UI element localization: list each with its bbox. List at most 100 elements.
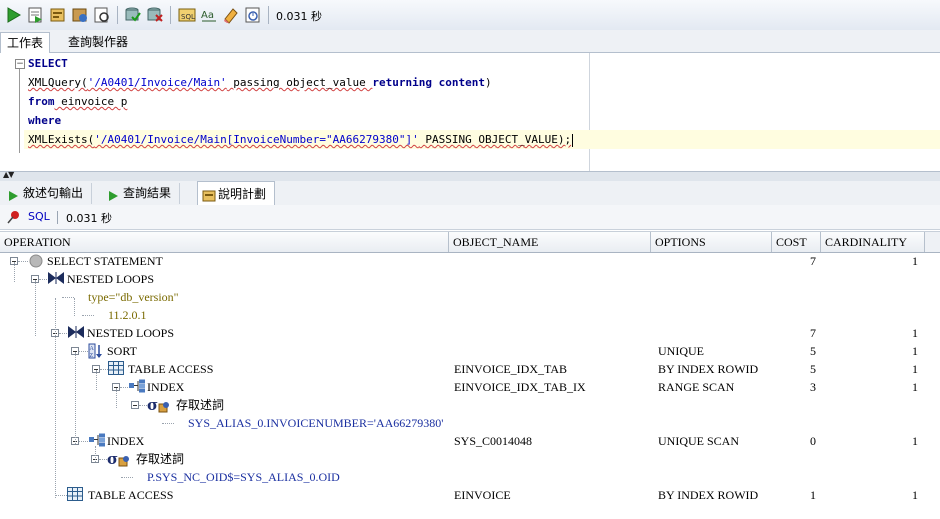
plan-row[interactable]: TABLE ACCESS EINVOICE BY INDEX ROWID 1 1 [0, 486, 940, 504]
code-line: XMLExists('/A0401/Invoice/Main[InvoiceNu… [28, 131, 574, 149]
sql-editor[interactable]: − SELECT XMLQuery('/A0401/Invoice/Main' p… [0, 53, 940, 171]
plan-row[interactable]: TABLE ACCESS EINVOICE_IDX_TAB BY INDEX ROW… [0, 360, 940, 378]
toolbar-separator [170, 6, 171, 24]
svg-text:Aa: Aa [201, 10, 214, 21]
tab-label: 說明計劃 [218, 187, 267, 201]
column-header-operation[interactable]: OPERATION [0, 232, 449, 252]
tree-collapse-toggle[interactable] [131, 401, 139, 409]
tree-connector [100, 369, 108, 370]
code-line: XMLQuery('/A0401/Invoice/Main' passing o… [28, 74, 492, 92]
rollback-icon[interactable] [146, 6, 164, 24]
plan-cost [790, 468, 816, 486]
plan-cost [790, 396, 816, 414]
sql-monitor-icon[interactable] [244, 6, 262, 24]
column-header-object-name[interactable]: OBJECT_NAME [449, 232, 651, 252]
plan-row[interactable]: A Z SORT UNIQUE 5 1 [0, 342, 940, 360]
execution-time: 0.031 秒 [276, 10, 322, 23]
plan-operation: TABLE ACCESS [88, 488, 174, 502]
toolbar-separator [268, 6, 269, 24]
plan-row[interactable]: 11.2.0.1 [0, 306, 940, 324]
plan-operation: type="db_version" [88, 290, 179, 304]
sql-history-icon[interactable]: SQL [178, 6, 196, 24]
plan-row[interactable]: INDEX EINVOICE_IDX_TAB_IX RANGE SCAN 3 1 [0, 378, 940, 396]
plan-cardinality: 1 [912, 326, 918, 340]
tab-explain-plan[interactable]: 說明計劃 [197, 181, 276, 206]
plan-cost: 1 [810, 488, 816, 502]
plan-row[interactable]: σ 存取述詞 [0, 396, 940, 414]
plan-row[interactable]: INDEX SYS_C0014048 UNIQUE SCAN 0 1 [0, 432, 940, 450]
separator [57, 211, 58, 224]
sql-link[interactable]: SQL [28, 210, 50, 223]
plan-options: RANGE SCAN [658, 380, 735, 394]
run-statement-icon[interactable] [5, 6, 23, 24]
plan-cost: 7 [810, 254, 816, 268]
plan-operation: INDEX [107, 434, 145, 448]
plan-row[interactable]: NESTED LOOPS [0, 270, 940, 288]
plan-row[interactable]: NESTED LOOPS 7 1 [0, 324, 940, 342]
plan-options: BY INDEX ROWID [658, 488, 759, 502]
tree-connector [82, 315, 94, 316]
tree-connector [79, 351, 88, 352]
pin-icon[interactable] [6, 210, 20, 227]
tree-connector [121, 477, 133, 478]
plan-operation: NESTED LOOPS [67, 272, 155, 286]
sql-keyword: returning [372, 76, 432, 89]
plan-operation: INDEX [147, 380, 185, 394]
plan-operation: SELECT STATEMENT [47, 254, 163, 268]
table-access-icon [67, 487, 83, 506]
text-caret [572, 133, 574, 147]
tab-statement-output[interactable]: 敘述句輸出 [3, 183, 93, 204]
plan-row[interactable]: σ 存取述詞 [0, 450, 940, 468]
commit-icon[interactable] [124, 6, 142, 24]
clear-icon[interactable] [222, 6, 240, 24]
tree-connector [120, 387, 128, 388]
column-header-cost[interactable]: COST [772, 232, 821, 252]
plan-object-name: EINVOICE_IDX_TAB_IX [454, 380, 586, 394]
svg-text:Z: Z [90, 353, 94, 359]
plan-cardinality [880, 306, 918, 324]
main-toolbar: SQL Aa 0.031 秒 [0, 0, 940, 31]
plan-cost: 0 [810, 434, 816, 448]
column-header-cardinality[interactable]: CARDINALITY [821, 232, 925, 252]
editor-gutter [0, 53, 14, 171]
tab-query-builder[interactable]: 查詢製作器 [62, 32, 134, 52]
right-margin-line [589, 53, 590, 171]
sql-keyword: where [28, 114, 62, 127]
explain-plan-icon[interactable] [49, 6, 67, 24]
collapse-arrows-icon[interactable]: ▲▼ [3, 170, 14, 179]
plan-row[interactable]: SELECT STATEMENT 7 1 [0, 252, 940, 270]
tab-label: 查詢結果 [123, 186, 172, 200]
sql-text: PASSING OBJECT_VALUE); [418, 133, 572, 146]
plan-row[interactable]: P.SYS_NC_OID$=SYS_ALIAS_0.OID [0, 468, 940, 486]
header-corner [924, 232, 940, 252]
fold-toggle[interactable]: − [15, 59, 25, 69]
plan-cost: 3 [810, 380, 816, 394]
tab-worksheet[interactable]: 工作表 [0, 32, 51, 53]
plan-cardinality: 1 [912, 380, 918, 394]
format-text-icon[interactable]: Aa [200, 6, 218, 24]
column-header-options[interactable]: OPTIONS [651, 232, 772, 252]
plan-row[interactable]: type="db_version" [0, 288, 940, 306]
tree-guide-line [74, 298, 75, 316]
autotrace-icon[interactable] [71, 6, 89, 24]
plan-operation: P.SYS_NC_OID$=SYS_ALIAS_0.OID [147, 470, 340, 484]
plan-operation: SYS_ALIAS_0.INVOICENUMBER='AA66279380' [188, 416, 444, 430]
plan-cardinality: 1 [912, 362, 918, 376]
plan-operation: 存取述詞 [136, 452, 185, 466]
plan-cost [790, 414, 816, 432]
sql-string: '/A0401/Invoice/Main' [87, 76, 227, 89]
tab-query-result[interactable]: 查詢結果 [103, 183, 181, 204]
sql-text: ) [484, 76, 492, 89]
plan-cost: 7 [810, 326, 816, 340]
plan-cardinality [880, 414, 918, 432]
tree-guide-line [95, 446, 96, 462]
sql-text: XMLQuery( [28, 76, 88, 89]
plan-row[interactable]: SYS_ALIAS_0.INVOICENUMBER='AA66279380' [0, 414, 940, 432]
plan-options: UNIQUE [658, 344, 704, 358]
sql-keyword: content [438, 76, 485, 89]
result-tab-bar: 敘述句輸出 查詢結果 說明計劃 [0, 181, 940, 206]
sql-tuning-icon[interactable] [93, 6, 111, 24]
plan-operation: 存取述詞 [176, 398, 225, 412]
plan-cost [790, 288, 816, 306]
run-script-icon[interactable] [27, 6, 45, 24]
